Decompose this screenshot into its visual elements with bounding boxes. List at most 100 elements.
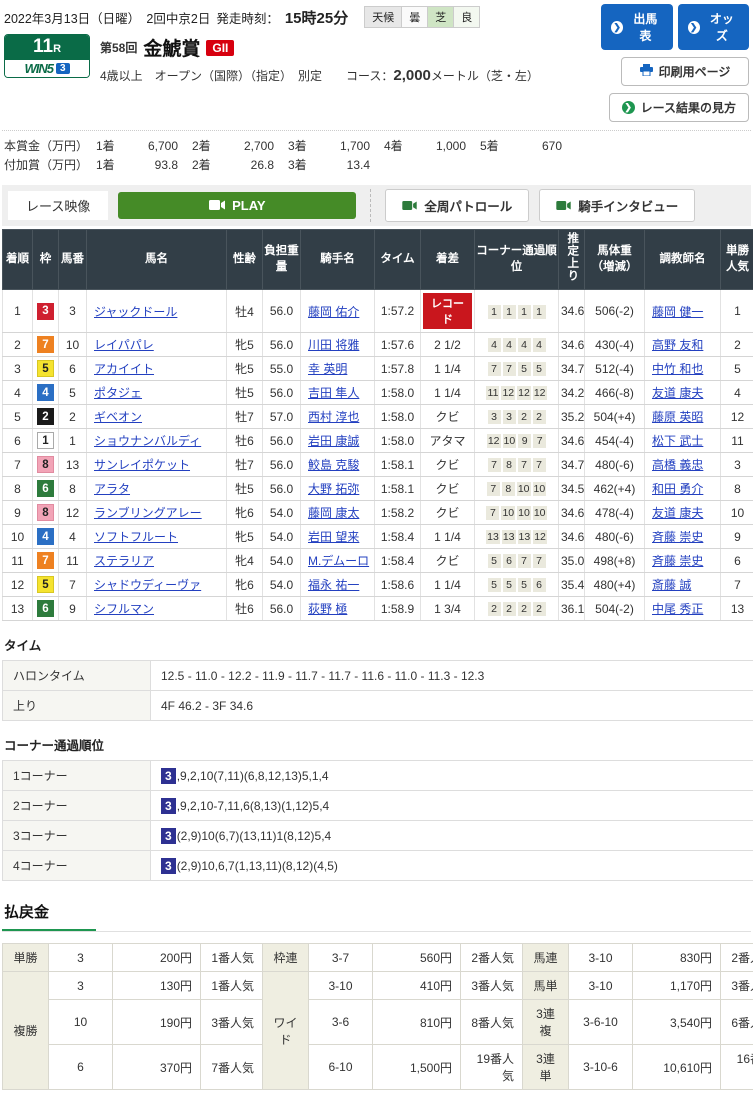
jockey-link[interactable]: 岩田 望来: [308, 530, 359, 544]
trainer-link[interactable]: 斉藤 崇史: [652, 530, 703, 544]
sex-age: 牝6: [227, 573, 263, 597]
margin-cell: 1 3/4: [421, 597, 475, 621]
agari-row: 上り 4F 46.2 - 3F 34.6: [3, 691, 753, 721]
horse-name-link[interactable]: サンレイポケット: [94, 458, 190, 472]
horse-name-link[interactable]: シャドウディーヴァ: [94, 578, 201, 592]
jockey-link[interactable]: M.デムーロ: [308, 554, 369, 568]
prize-pair: 2着2,700: [192, 137, 288, 156]
corner1-pos: 7: [486, 506, 499, 520]
horse-name-link[interactable]: ポタジェ: [94, 386, 142, 400]
leader-badge: 3: [161, 858, 176, 874]
sex-age: 牝6: [227, 501, 263, 525]
frame-cell: 6: [33, 597, 59, 621]
jockey-link[interactable]: 福永 祐一: [308, 578, 359, 592]
jockey-link[interactable]: 幸 英明: [308, 362, 347, 376]
trainer-link[interactable]: 高橋 義忠: [652, 458, 703, 472]
corner-order-cell: 13131312: [475, 525, 559, 549]
trainer-link[interactable]: 友道 康夫: [652, 506, 703, 520]
trainer-cell: 和田 勇介: [645, 477, 721, 501]
col-jockey: 騎手名: [301, 230, 375, 290]
start-time: 15時25分: [285, 7, 348, 28]
play-button[interactable]: PLAY: [118, 192, 356, 219]
frame-cell: 6: [33, 477, 59, 501]
corner-section-heading: コーナー通過順位: [4, 735, 751, 754]
horse-name-link[interactable]: シフルマン: [94, 602, 154, 616]
finish-time: 1:58.9: [375, 597, 421, 621]
jockey-link[interactable]: 西村 淳也: [308, 410, 359, 424]
trainer-link[interactable]: 松下 武士: [652, 434, 703, 448]
margin-cell: クビ: [421, 405, 475, 429]
race-name: 金鯱賞: [143, 34, 200, 61]
race-number: 11R: [5, 35, 89, 60]
shutsuba-button[interactable]: ❯ 出馬表: [601, 4, 673, 50]
jockey-link[interactable]: 大野 拓弥: [308, 482, 359, 496]
jockey-link[interactable]: 吉田 隼人: [308, 386, 359, 400]
finish-time: 1:58.1: [375, 477, 421, 501]
patrol-video-button[interactable]: 全周パトロール: [385, 189, 529, 222]
weight-carried: 57.0: [263, 405, 301, 429]
corner-label: 3コーナー: [3, 821, 151, 851]
trainer-link[interactable]: 藤原 英昭: [652, 410, 703, 424]
wide-num: 6-10: [309, 1045, 373, 1090]
jockey-link[interactable]: 川田 将雅: [308, 338, 359, 352]
print-page-button[interactable]: 印刷用ページ: [621, 57, 749, 86]
results-table: 着順 枠 馬番 馬名 性齢 負担重量 騎手名 タイム 着差 コーナー通過順位 推…: [2, 229, 753, 621]
jockey-link[interactable]: 岩田 康誠: [308, 434, 359, 448]
umaren-label: 馬連: [523, 944, 569, 972]
turf-label: 芝: [428, 7, 454, 27]
finish-pos: 9: [3, 501, 33, 525]
horse-name-link[interactable]: ステラリア: [94, 554, 154, 568]
results-guide-button[interactable]: ❯ レース結果の見方: [609, 93, 749, 122]
jockey-link[interactable]: 藤岡 康太: [308, 506, 359, 520]
horse-name-link[interactable]: ジャックドール: [94, 305, 177, 319]
race-video-label: レース映像: [8, 191, 108, 220]
frame-number: 2: [37, 408, 54, 425]
corner-order-cell: 7755: [475, 357, 559, 381]
trainer-link[interactable]: 藤岡 健一: [652, 305, 703, 319]
tansho-popularity: 1番人気: [201, 944, 263, 972]
horse-name-link[interactable]: アラタ: [94, 482, 130, 496]
sex-age: 牡6: [227, 429, 263, 453]
trainer-link[interactable]: 斎藤 誠: [652, 578, 691, 592]
horse-name-link[interactable]: レイパパレ: [94, 338, 154, 352]
corner2-pos: 7: [503, 362, 516, 376]
prize-block: 本賞金（万円） 1着6,700 2着2,700 3着1,700 4着1,000 …: [2, 130, 751, 183]
horse-name-link[interactable]: ギベオン: [94, 410, 142, 424]
trainer-link[interactable]: 中尾 秀正: [652, 602, 703, 616]
jockey-link[interactable]: 荻野 極: [308, 602, 347, 616]
finish-pos: 12: [3, 573, 33, 597]
fukusho-amount: 130円: [113, 972, 201, 1000]
jockey-link[interactable]: 鮫島 克駿: [308, 458, 359, 472]
result-row: 3 5 6 アカイイト 牝5 55.0 幸 英明 1:57.8 1 1/4 77…: [3, 357, 753, 381]
col-margin: 着差: [421, 230, 475, 290]
horse-name-link[interactable]: ソフトフルート: [94, 530, 178, 544]
col-popularity: 単勝人気: [721, 230, 753, 290]
trainer-link[interactable]: 和田 勇介: [652, 482, 703, 496]
payout-row: 10 190円 3番人気 3-6 810円 8番人気 3連複 3-6-10 3,…: [3, 1000, 753, 1045]
finish-pos: 8: [3, 477, 33, 501]
corner2-pos: 1: [503, 305, 516, 319]
jockey-interview-button[interactable]: 騎手インタビュー: [539, 189, 695, 222]
horse-name-link[interactable]: ランブリングアレー: [94, 506, 202, 520]
trainer-link[interactable]: 斉藤 崇史: [652, 554, 703, 568]
trainer-link[interactable]: 中竹 和也: [652, 362, 703, 376]
col-last3f: 推定上り: [559, 230, 585, 290]
trainer-link[interactable]: 友道 康夫: [652, 386, 703, 400]
weight-carried: 56.0: [263, 333, 301, 357]
corner-row: 4コーナー 3(2,9)10,6,7(1,13,11)(8,12)(4,5): [3, 851, 753, 881]
corner3-pos: 13: [518, 530, 532, 544]
prize-pair: 2着26.8: [192, 156, 288, 175]
sanrentan-num: 3-10-6: [569, 1045, 633, 1090]
margin-cell: クビ: [421, 501, 475, 525]
extra-prize-values: 1着93.8 2着26.8 3着13.4: [96, 156, 384, 175]
sex-age: 牝5: [227, 525, 263, 549]
horse-name-link[interactable]: アカイイト: [94, 362, 154, 376]
frame-number: 5: [37, 360, 54, 377]
horse-name-link[interactable]: ショウナンバルディ: [94, 434, 201, 448]
jockey-link[interactable]: 藤岡 佑介: [308, 305, 359, 319]
trainer-link[interactable]: 高野 友和: [652, 338, 703, 352]
odds-button[interactable]: ❯ オッズ: [678, 4, 750, 50]
margin-value: 2 1/2: [434, 338, 461, 352]
frame-cell: 4: [33, 381, 59, 405]
result-row: 2 7 10 レイパパレ 牝5 56.0 川田 将雅 1:57.6 2 1/2 …: [3, 333, 753, 357]
